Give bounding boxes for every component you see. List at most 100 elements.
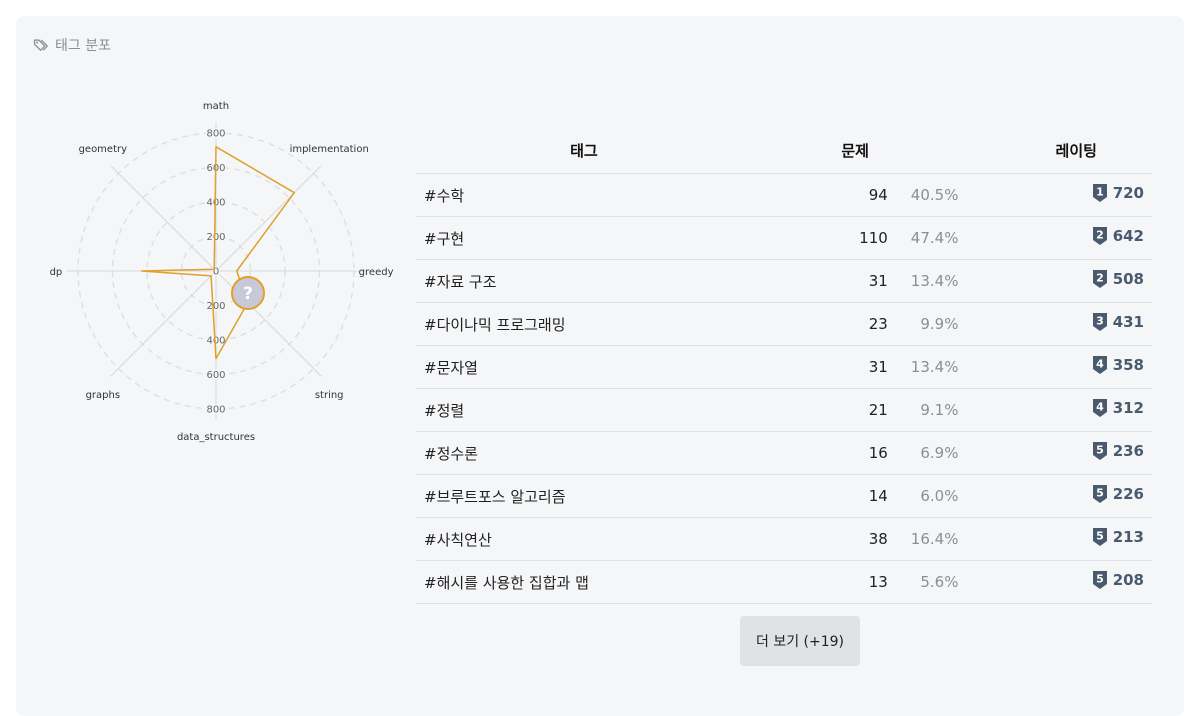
problem-percent: 6.9% [887, 431, 959, 475]
radar-tick-label: 400 [206, 336, 225, 347]
tier-number: 5 [1096, 530, 1104, 543]
radar-tick-label: 600 [206, 370, 225, 381]
rating-group: 5 213 [1092, 527, 1144, 547]
card-title: 태그 분포 [55, 38, 111, 54]
tier-number: 2 [1096, 272, 1104, 285]
tag-name-link[interactable]: #다이나믹 프로그래밍 [416, 302, 752, 346]
radar-axis-label: data_structures [177, 432, 255, 443]
rating-value: 508 [1112, 270, 1144, 288]
problem-percent: 16.4% [887, 517, 959, 561]
rating-group: 1 720 [1092, 183, 1144, 203]
rating-cell: 4 312 [958, 388, 1152, 432]
problem-count: 94 [751, 173, 888, 217]
radar-axis-label: geometry [79, 144, 128, 155]
table-row[interactable]: #수학 94 40.5% 1 720 [416, 173, 1152, 217]
rating-group: 3 431 [1092, 312, 1144, 332]
rating-value: 213 [1112, 528, 1144, 546]
tier-badge-icon: 4 [1092, 356, 1107, 374]
rating-value: 431 [1112, 313, 1144, 331]
problem-percent: 13.4% [887, 345, 959, 389]
tier-badge-icon: 1 [1092, 184, 1107, 202]
column-header-count: 문제 [751, 128, 959, 174]
tier-badge-icon: 5 [1092, 485, 1107, 503]
tag-name-link[interactable]: #정수론 [416, 431, 752, 475]
tag-name-link[interactable]: #자료 구조 [416, 259, 752, 303]
tier-number: 5 [1096, 487, 1104, 500]
rating-value: 642 [1112, 227, 1144, 245]
table-row[interactable]: #사칙연산 38 16.4% 5 213 [416, 517, 1152, 561]
rating-value: 226 [1112, 485, 1144, 503]
radar-axis-label: implementation [290, 144, 369, 155]
column-header-rating: 레이팅 [958, 128, 1152, 174]
tag-name-link[interactable]: #브루트포스 알고리즘 [416, 474, 752, 518]
rating-group: 4 312 [1092, 398, 1144, 418]
tag-name-link[interactable]: #문자열 [416, 345, 752, 389]
rating-cell: 2 508 [958, 259, 1152, 303]
problem-count: 110 [751, 216, 888, 260]
tier-badge-icon: 3 [1092, 313, 1107, 331]
table-row[interactable]: #자료 구조 31 13.4% 2 508 [416, 259, 1152, 303]
rating-group: 5 208 [1092, 570, 1144, 590]
tag-name-link[interactable]: #정렬 [416, 388, 752, 432]
table-row[interactable]: #구현 110 47.4% 2 642 [416, 216, 1152, 260]
tier-badge-icon: 5 [1092, 442, 1107, 460]
tier-badge-icon: 5 [1092, 571, 1107, 589]
problem-count: 31 [751, 259, 888, 303]
problem-percent: 13.4% [887, 259, 959, 303]
tier-badge-icon: 4 [1092, 399, 1107, 417]
problem-count: 23 [751, 302, 888, 346]
unknown-tier-icon: ? [231, 276, 265, 310]
problem-count: 31 [751, 345, 888, 389]
table-row[interactable]: #다이나믹 프로그래밍 23 9.9% 3 431 [416, 302, 1152, 346]
tag-name-link[interactable]: #해시를 사용한 집합과 맵 [416, 560, 752, 604]
show-more-button[interactable]: 더 보기 (+19) [740, 616, 860, 666]
table-row[interactable]: #정렬 21 9.1% 4 312 [416, 388, 1152, 432]
rating-group: 4 358 [1092, 355, 1144, 375]
tier-number: 1 [1096, 186, 1104, 199]
radar-axis-label: dp [50, 267, 63, 278]
table-row[interactable]: #해시를 사용한 집합과 맵 13 5.6% 5 208 [416, 560, 1152, 604]
problem-count: 16 [751, 431, 888, 475]
tier-number: 5 [1096, 573, 1104, 586]
problem-percent: 9.9% [887, 302, 959, 346]
problem-count: 38 [751, 517, 888, 561]
tier-badge-icon: 5 [1092, 528, 1107, 546]
rating-group: 5 226 [1092, 484, 1144, 504]
tag-name-link[interactable]: #구현 [416, 216, 752, 260]
tag-name-link[interactable]: #수학 [416, 173, 752, 217]
problem-percent: 40.5% [887, 173, 959, 217]
rating-value: 312 [1112, 399, 1144, 417]
rating-value: 208 [1112, 571, 1144, 589]
rating-value: 236 [1112, 442, 1144, 460]
rating-cell: 3 431 [958, 302, 1152, 346]
problem-count: 21 [751, 388, 888, 432]
table-row[interactable]: #정수론 16 6.9% 5 236 [416, 431, 1152, 475]
rating-cell: 5 213 [958, 517, 1152, 561]
tier-number: 2 [1096, 229, 1104, 242]
rating-cell: 4 358 [958, 345, 1152, 389]
radar-axis-label: greedy [359, 267, 394, 278]
radar-axis-label: math [203, 101, 229, 112]
rating-group: 5 236 [1092, 441, 1144, 461]
rating-group: 2 642 [1092, 226, 1144, 246]
table-row[interactable]: #브루트포스 알고리즘 14 6.0% 5 226 [416, 474, 1152, 518]
radar-axis-label: string [315, 390, 344, 401]
problem-count: 13 [751, 560, 888, 604]
rating-cell: 5 208 [958, 560, 1152, 604]
radar-axis-label: graphs [86, 390, 120, 401]
tag-name-link[interactable]: #사칙연산 [416, 517, 752, 561]
radar-tick-label: 400 [206, 198, 225, 209]
radar-tick-label: 800 [206, 405, 225, 416]
problem-percent: 47.4% [887, 216, 959, 260]
rating-cell: 1 720 [958, 173, 1152, 217]
tier-number: 4 [1096, 401, 1104, 414]
rating-cell: 5 226 [958, 474, 1152, 518]
table-header-row: 태그 문제 레이팅 [416, 128, 1152, 174]
rating-value: 720 [1112, 184, 1144, 202]
table-row[interactable]: #문자열 31 13.4% 4 358 [416, 345, 1152, 389]
tag-radar-chart: 0200200400400600600800800mathimplementat… [50, 101, 394, 443]
column-header-tag: 태그 [416, 128, 752, 174]
radar-tick-label: 200 [206, 232, 225, 243]
card-header: 태그 분포 [33, 35, 111, 55]
problem-percent: 5.6% [887, 560, 959, 604]
